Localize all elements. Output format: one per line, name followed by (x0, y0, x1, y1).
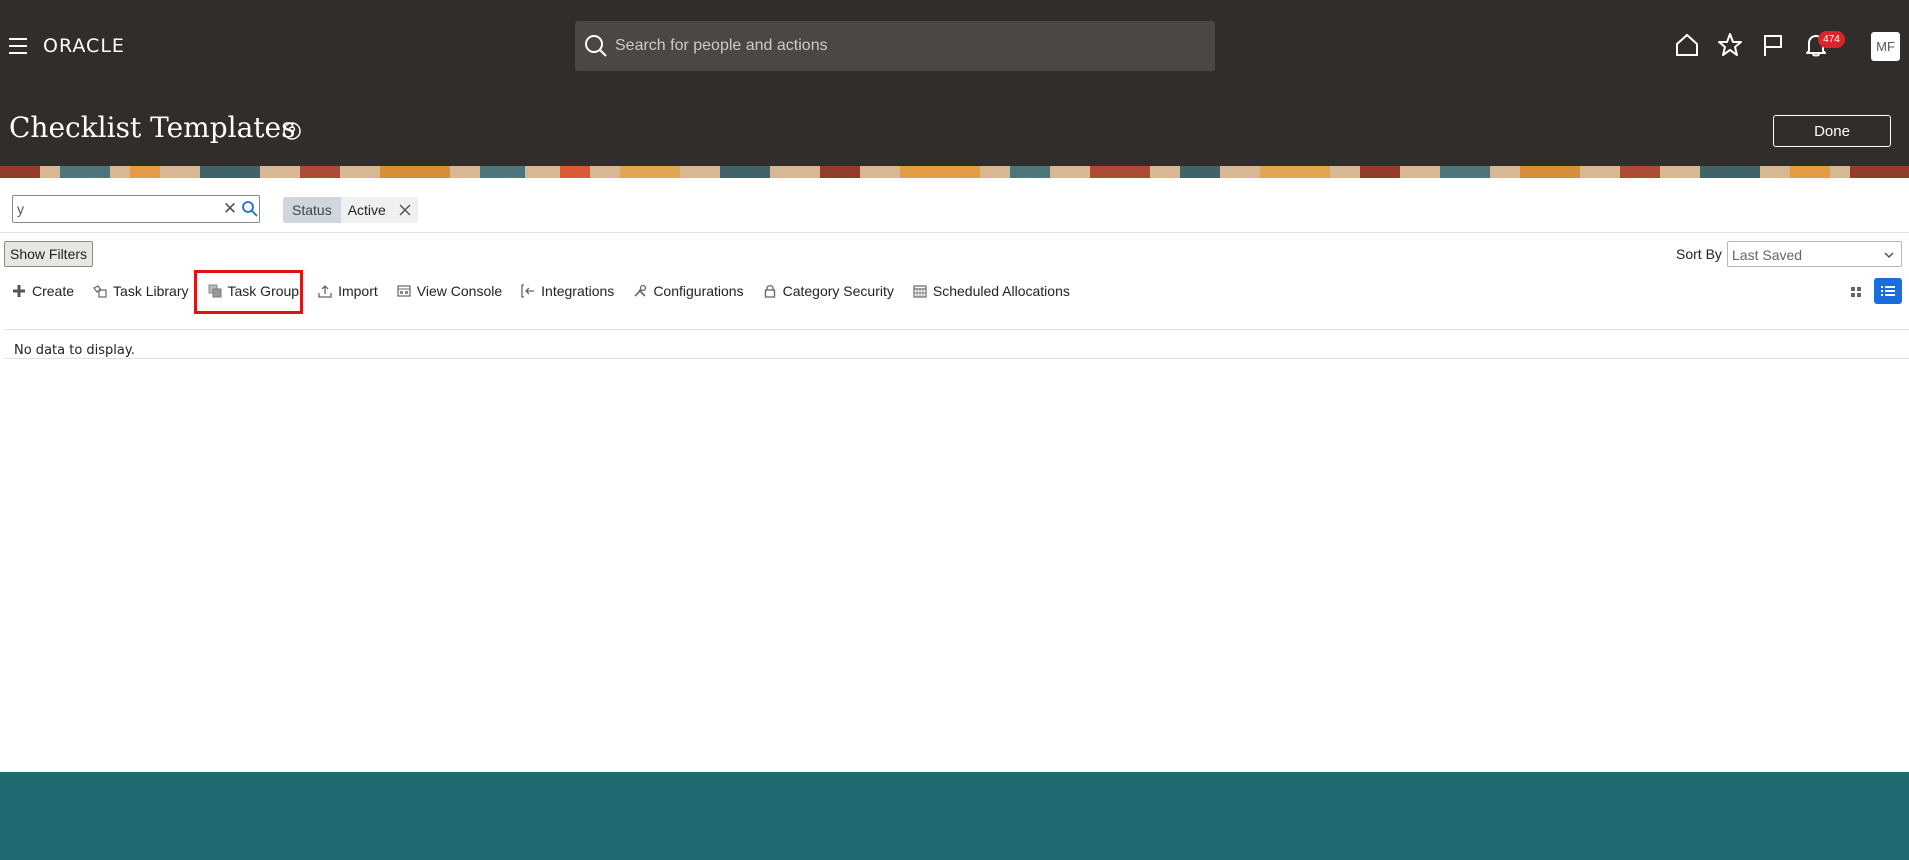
app-header: ORACLE 474 MF Checklist Templates Done (0, 0, 1909, 166)
task-library-label: Task Library (113, 283, 189, 299)
empty-results-message: No data to display. (14, 343, 135, 358)
integrations-icon (521, 284, 535, 298)
list-view-button[interactable] (1874, 278, 1902, 304)
page-title: Checklist Templates (9, 111, 296, 144)
task-group-icon (208, 284, 221, 298)
notification-count-badge: 474 (1818, 31, 1845, 48)
chip-label: Status (283, 197, 341, 223)
view-console-label: View Console (416, 283, 503, 299)
task-library-button[interactable]: Task Library (93, 283, 189, 299)
help-icon[interactable] (282, 121, 302, 141)
grid-view-icon[interactable] (1844, 281, 1868, 303)
task-group-label: Task Group (227, 283, 300, 299)
configurations-button[interactable]: Configurations (633, 283, 744, 299)
favorites-star-icon[interactable] (1717, 32, 1743, 58)
flag-icon[interactable] (1760, 32, 1786, 58)
search-icon[interactable] (241, 200, 259, 218)
status-filter-chip: Status Active (283, 197, 418, 223)
sort-by-label: Sort By (1676, 246, 1722, 262)
category-security-label: Category Security (782, 283, 894, 299)
create-button[interactable]: Create (12, 283, 74, 299)
scheduled-allocations-label: Scheduled Allocations (932, 283, 1070, 299)
scheduled-allocations-button[interactable]: Scheduled Allocations (913, 283, 1070, 299)
integrations-button[interactable]: Integrations (521, 283, 614, 299)
tools-icon (634, 284, 647, 297)
oracle-logo[interactable]: ORACLE (43, 35, 125, 57)
chip-value: Active (347, 202, 386, 218)
remove-filter-icon[interactable] (398, 203, 412, 217)
divider (0, 232, 1909, 233)
configurations-label: Configurations (653, 283, 744, 299)
plus-icon (13, 285, 25, 297)
decorative-banner (0, 166, 1909, 178)
list-view-icon (1881, 286, 1895, 296)
chevron-down-icon (1884, 252, 1894, 259)
import-button[interactable]: Import (318, 283, 378, 299)
upload-icon (318, 285, 332, 298)
view-console-button[interactable]: View Console (397, 283, 502, 299)
user-avatar[interactable]: MF (1871, 32, 1900, 61)
import-label: Import (338, 283, 378, 299)
integrations-label: Integrations (541, 283, 615, 299)
template-search-input[interactable] (17, 199, 212, 219)
global-search-input[interactable] (615, 21, 1205, 71)
console-icon (397, 285, 411, 297)
chip-value-wrap: Active (340, 197, 418, 223)
create-label: Create (32, 283, 75, 299)
sort-by-select[interactable]: Last Saved (1727, 241, 1902, 267)
category-security-button[interactable]: Category Security (763, 283, 894, 299)
lock-icon (764, 285, 775, 298)
done-button[interactable]: Done (1773, 115, 1891, 147)
task-group-button[interactable]: Task Group (208, 283, 300, 299)
global-search-box[interactable] (575, 21, 1215, 71)
template-search-field[interactable]: ✕ (12, 195, 260, 223)
action-toolbar: Create Task Library Task Group Import Vi… (12, 281, 1089, 301)
calendar-icon (913, 285, 927, 298)
hamburger-menu-icon[interactable] (9, 38, 27, 54)
task-library-icon (93, 285, 107, 298)
sort-by-value: Last Saved (1732, 247, 1803, 263)
show-filters-button[interactable]: Show Filters (4, 241, 94, 267)
decorative-footer (0, 772, 1909, 860)
clear-search-icon[interactable]: ✕ (221, 199, 239, 219)
home-icon[interactable] (1674, 32, 1700, 58)
divider (4, 358, 1909, 359)
divider (4, 329, 1909, 330)
search-icon (585, 35, 607, 57)
